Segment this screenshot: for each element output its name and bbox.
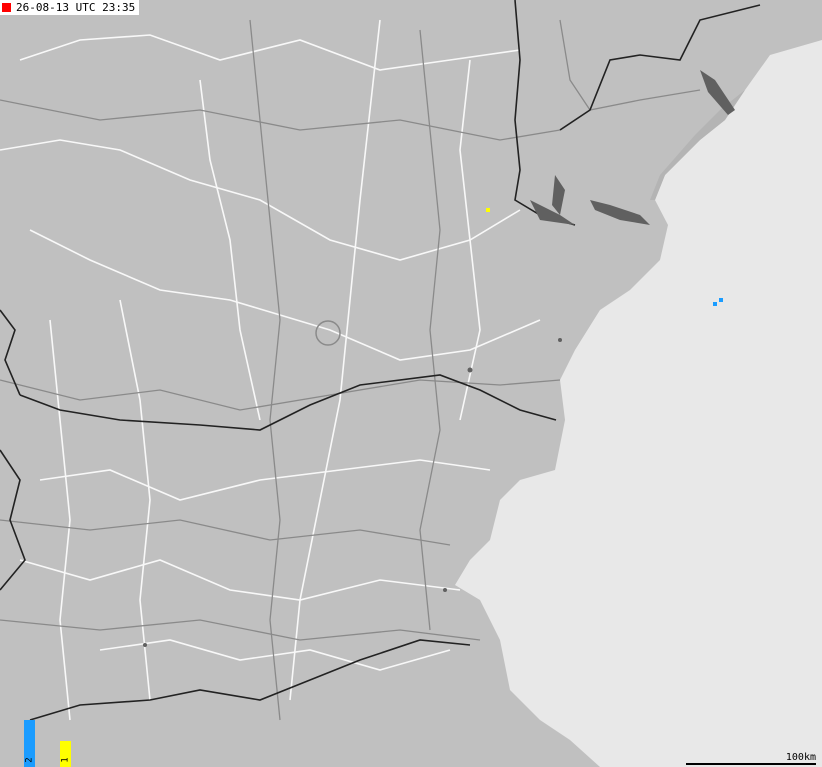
legend-bar-label: 1 [60, 757, 71, 763]
scale-label: 100km [785, 752, 816, 763]
timestamp-text: 26-08-13 UTC 23:35 [16, 1, 136, 14]
lightning-strike [713, 302, 717, 306]
lightning-strike [719, 298, 723, 302]
lightning-map [0, 0, 822, 767]
legend-bar-older: 2 [24, 720, 35, 767]
scale-bar [686, 763, 816, 765]
lightning-strike [486, 208, 490, 212]
timestamp-label: 26-08-13 UTC 23:35 [0, 0, 140, 15]
legend-bar-label: 2 [24, 757, 35, 763]
recent-marker-icon [2, 3, 11, 12]
legend-bar-newer: 1 [60, 741, 71, 767]
land-area [0, 0, 822, 767]
